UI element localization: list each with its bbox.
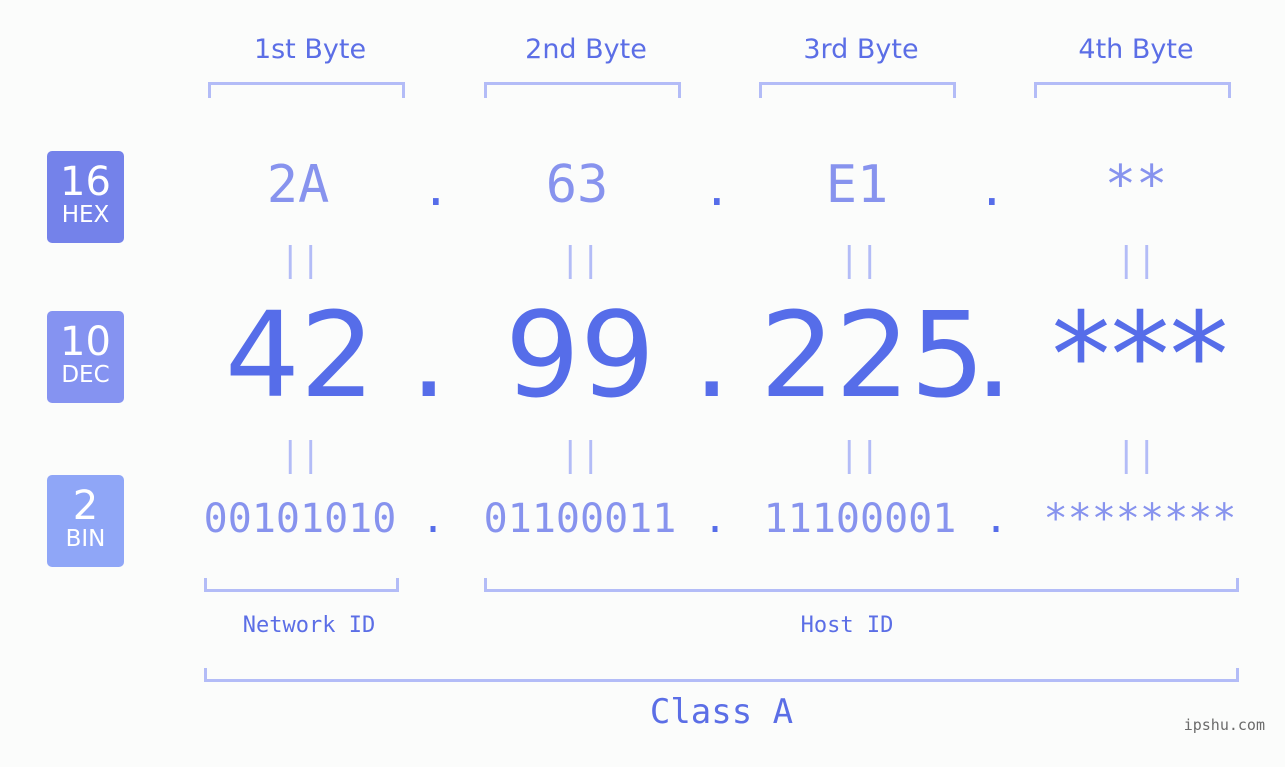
hex-octet-4: **	[1104, 155, 1168, 215]
bin-octet-4: ********	[1043, 496, 1237, 542]
class-label: Class A	[649, 692, 794, 732]
dec-separator: .	[693, 286, 731, 424]
bin-octet-3: 11100001	[763, 496, 957, 542]
equals-sign: ||	[839, 435, 880, 475]
host-id-bracket	[484, 578, 1239, 592]
byte-bracket-1	[208, 82, 405, 98]
dec-octet-1: 42	[224, 286, 376, 424]
bin-separator: .	[421, 496, 446, 542]
byte-bracket-4	[1034, 82, 1231, 98]
network-id-label: Network ID	[242, 613, 376, 638]
byte-header-1: 1st Byte	[253, 34, 367, 65]
hex-separator: .	[422, 162, 450, 216]
dec-octet-4: ***	[1051, 286, 1229, 424]
bin-badge-base: 2	[72, 483, 99, 529]
dec-octet-2: 99	[504, 286, 656, 424]
watermark: ipshu.com	[1183, 716, 1265, 734]
bin-separator: .	[703, 496, 728, 542]
dec-separator: .	[410, 286, 448, 424]
dec-badge-base: 10	[60, 319, 111, 365]
hex-badge-base: 16	[60, 159, 111, 205]
hex-octet-2: 63	[545, 155, 609, 215]
byte-header-2: 2nd Byte	[525, 34, 647, 65]
equals-sign: ||	[1116, 435, 1157, 475]
byte-header-3: 3rd Byte	[803, 34, 919, 65]
dec-octet-3: 225	[760, 286, 986, 424]
byte-bracket-2	[484, 82, 681, 98]
equals-sign: ||	[280, 435, 321, 475]
equals-sign: ||	[839, 240, 880, 280]
bin-badge-label: BIN	[65, 526, 106, 552]
bin-octet-1: 00101010	[203, 496, 397, 542]
equals-sign: ||	[560, 435, 601, 475]
hex-badge-label: HEX	[61, 202, 110, 228]
dec-badge-label: DEC	[61, 362, 110, 388]
hex-octet-1: 2A	[266, 155, 330, 215]
byte-header-4: 4th Byte	[1078, 34, 1194, 65]
equals-sign: ||	[1116, 240, 1157, 280]
bin-octet-2: 01100011	[483, 496, 677, 542]
bin-separator: .	[984, 496, 1009, 542]
network-id-bracket	[204, 578, 399, 592]
dec-separator: .	[975, 286, 1013, 424]
byte-bracket-3	[759, 82, 956, 98]
hex-badge: 16 HEX	[47, 151, 124, 243]
equals-sign: ||	[280, 240, 321, 280]
hex-separator: .	[978, 162, 1006, 216]
equals-sign: ||	[560, 240, 601, 280]
class-bracket	[204, 668, 1239, 682]
host-id-label: Host ID	[800, 613, 894, 638]
dec-badge: 10 DEC	[47, 311, 124, 403]
hex-octet-3: E1	[825, 155, 889, 215]
hex-separator: .	[703, 162, 731, 216]
bin-badge: 2 BIN	[47, 475, 124, 567]
